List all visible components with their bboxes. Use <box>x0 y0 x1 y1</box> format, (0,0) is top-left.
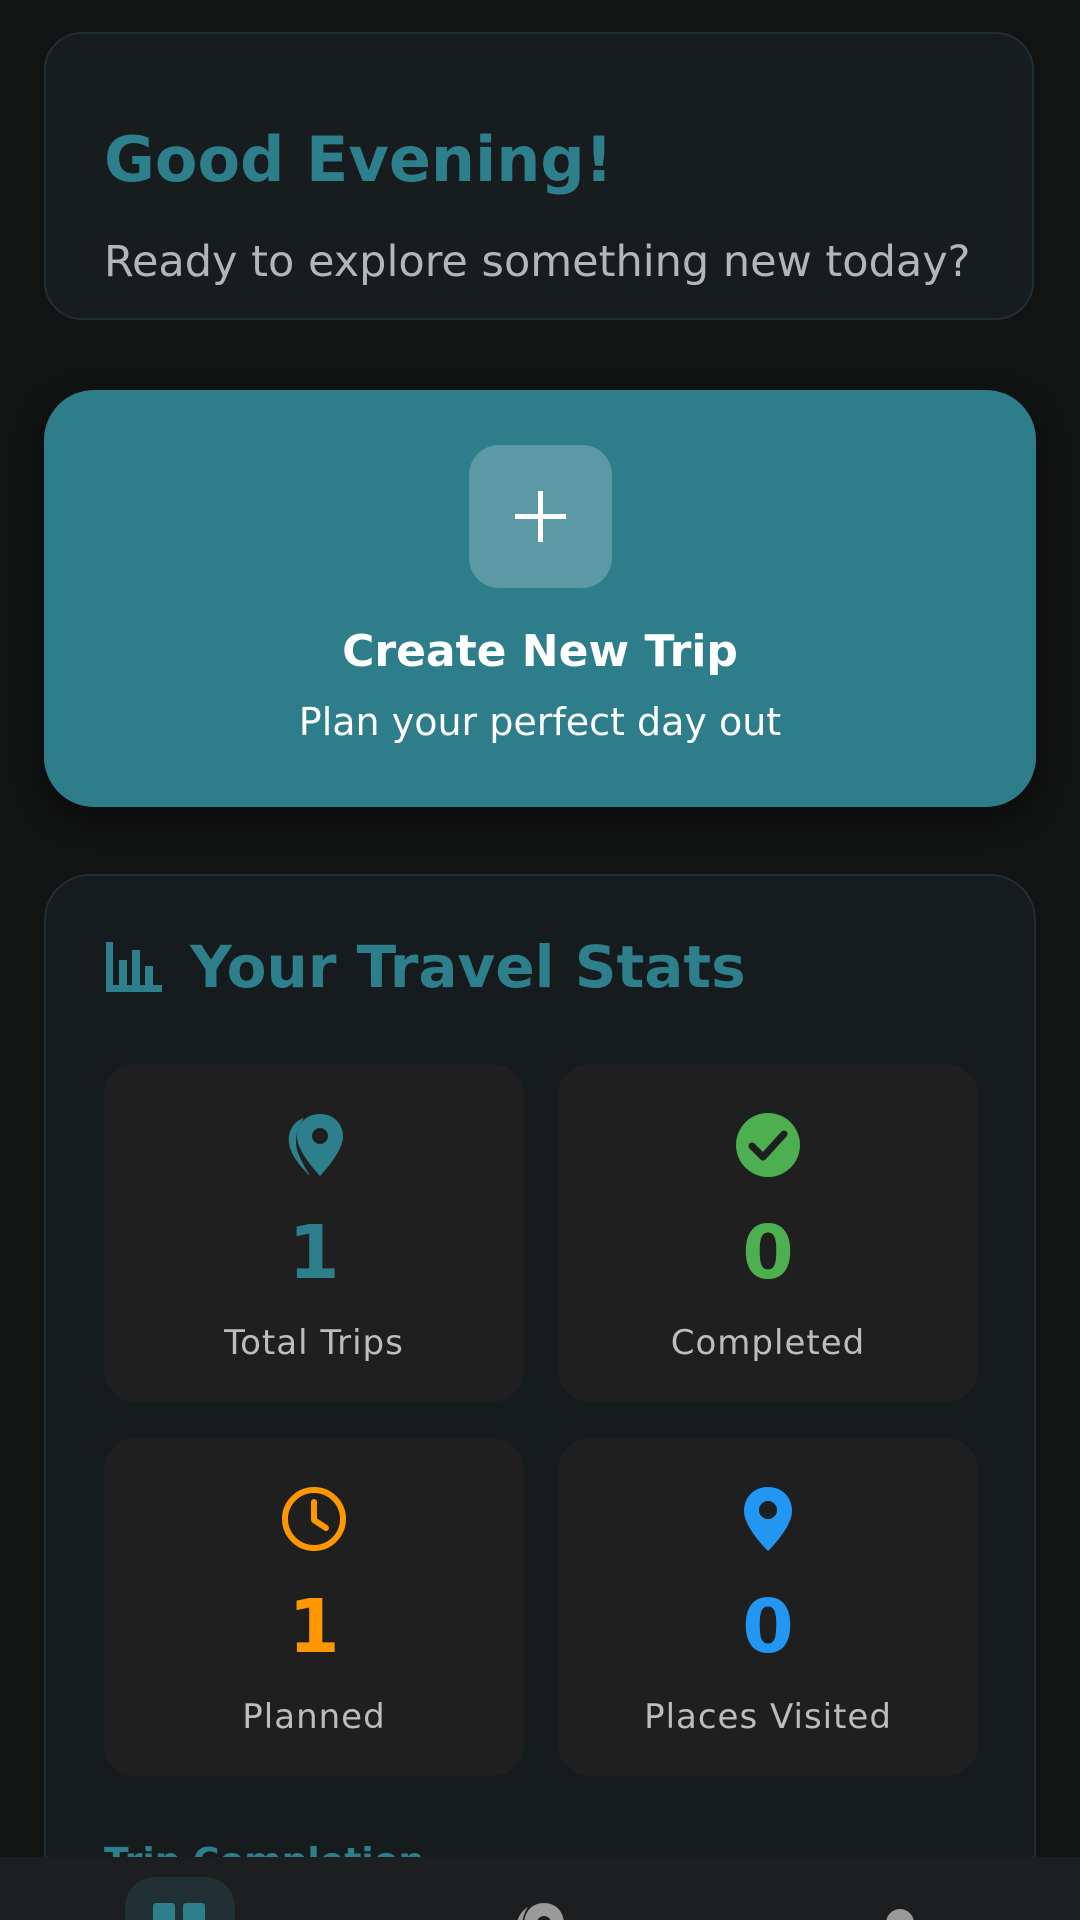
greeting-title: Good Evening! <box>104 123 614 196</box>
home-icon <box>153 1903 205 1920</box>
bottom-navigation <box>0 1857 1080 1920</box>
create-trip-subtitle: Plan your perfect day out <box>298 700 782 744</box>
travel-stats-card: Your Travel Stats 1 Total Trips 0 Comple… <box>44 874 1036 1920</box>
completed-label: Completed <box>670 1323 866 1363</box>
completed-value: 0 <box>742 1210 794 1296</box>
stat-tile-planned[interactable]: 1 Planned <box>104 1438 524 1776</box>
bar-chart-icon <box>106 942 162 992</box>
nav-home[interactable] <box>125 1877 235 1920</box>
map-icon[interactable] <box>510 1901 570 1920</box>
create-trip-title: Create New Trip <box>342 626 738 677</box>
stat-tile-total-trips[interactable]: 1 Total Trips <box>104 1064 524 1402</box>
planned-label: Planned <box>242 1697 386 1737</box>
create-trip-button[interactable]: Create New Trip Plan your perfect day ou… <box>44 390 1036 807</box>
check-circle-icon <box>736 1113 800 1177</box>
plus-icon <box>515 491 566 542</box>
stats-title: Your Travel Stats <box>190 933 746 1001</box>
planned-value: 1 <box>288 1584 340 1670</box>
map-pin-outline-icon <box>288 1114 343 1176</box>
places-visited-label: Places Visited <box>644 1697 892 1737</box>
greeting-card: Good Evening! Ready to explore something… <box>44 32 1034 320</box>
total-trips-value: 1 <box>288 1210 340 1296</box>
home-screen: Good Evening! Ready to explore something… <box>0 0 1080 1920</box>
stat-tile-completed[interactable]: 0 Completed <box>558 1064 978 1402</box>
total-trips-label: Total Trips <box>224 1323 404 1363</box>
location-pin-icon <box>744 1487 792 1551</box>
stat-tile-places-visited[interactable]: 0 Places Visited <box>558 1438 978 1776</box>
places-visited-value: 0 <box>742 1584 794 1670</box>
greeting-subtitle: Ready to explore something new today? <box>104 237 971 287</box>
plus-icon-box <box>469 445 612 588</box>
clock-icon <box>282 1487 346 1551</box>
profile-icon[interactable] <box>884 1907 916 1920</box>
stats-header: Your Travel Stats <box>106 938 746 996</box>
